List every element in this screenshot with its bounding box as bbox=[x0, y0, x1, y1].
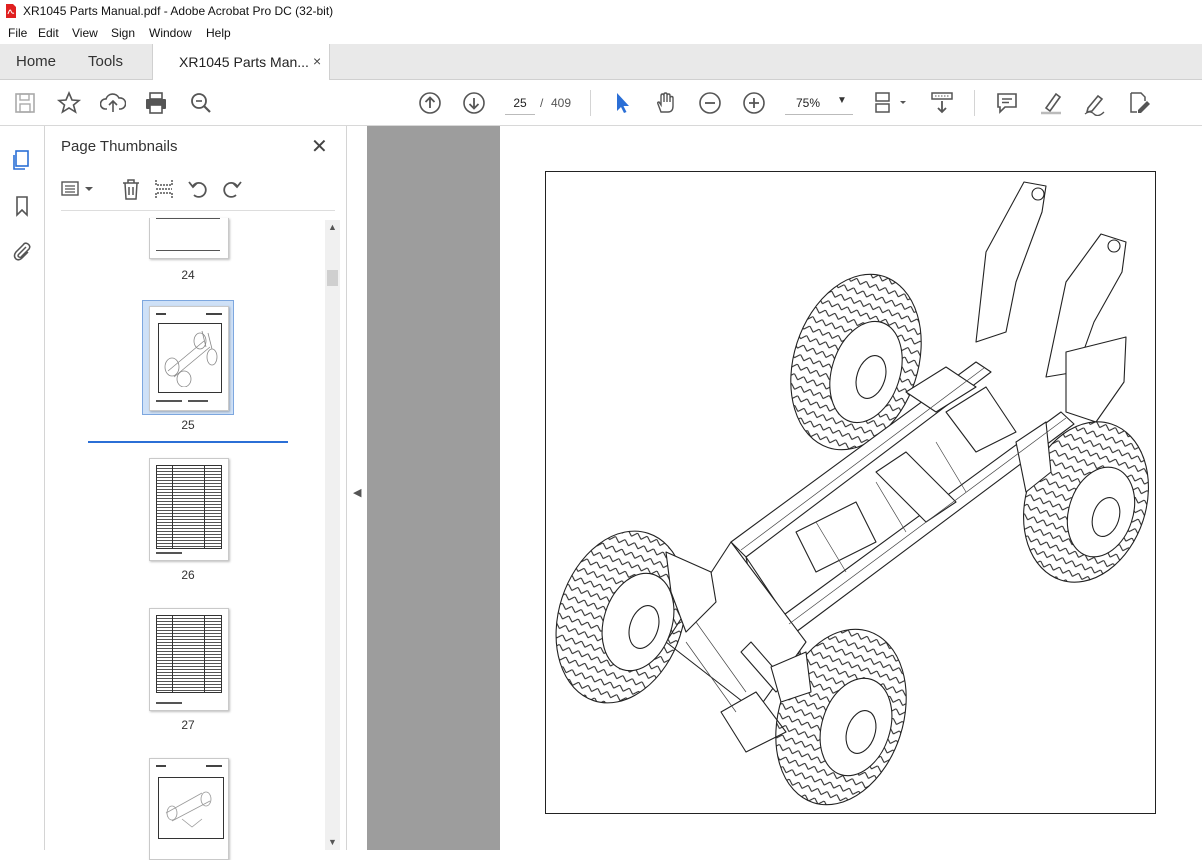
menu-window[interactable]: Window bbox=[149, 26, 192, 40]
toolbar-divider bbox=[974, 90, 975, 116]
fill-sign-icon[interactable] bbox=[1126, 90, 1152, 116]
assembly-mini-drawing bbox=[165, 791, 212, 828]
main-toolbar: 25 / 409 75% ▼ bbox=[0, 80, 1202, 126]
select-arrow-icon[interactable] bbox=[609, 90, 635, 116]
thumbnail-page-24[interactable] bbox=[149, 218, 229, 259]
tab-document-label: XR1045 Parts Man... bbox=[179, 54, 309, 70]
thumbnail-label: 24 bbox=[181, 268, 195, 282]
scroll-down-icon[interactable]: ▼ bbox=[328, 837, 337, 847]
thumbnail-label: 25 bbox=[181, 418, 195, 432]
title-bar: XR1045 Parts Manual.pdf - Adobe Acrobat … bbox=[0, 0, 1202, 22]
page-thumbnails-icon[interactable] bbox=[11, 149, 33, 171]
insert-page-icon[interactable] bbox=[153, 178, 175, 200]
panel-close-button[interactable]: ✕ bbox=[311, 134, 328, 159]
tab-bar: Home Tools XR1045 Parts Man... × bbox=[0, 44, 1202, 80]
figure-frame bbox=[545, 171, 1156, 814]
menu-bar: File Edit View Sign Window Help bbox=[0, 22, 1202, 44]
current-page-indicator bbox=[88, 441, 288, 443]
zoom-in-icon[interactable] bbox=[741, 90, 767, 116]
panel-divider bbox=[61, 210, 335, 211]
scrollbar-thumb[interactable] bbox=[327, 270, 338, 286]
upload-icon[interactable] bbox=[99, 90, 127, 116]
search-zoom-icon[interactable] bbox=[188, 90, 214, 116]
scroll-mode-icon[interactable] bbox=[929, 90, 955, 116]
zoom-out-icon[interactable] bbox=[697, 90, 723, 116]
save-icon[interactable] bbox=[12, 90, 38, 116]
attachment-icon[interactable] bbox=[11, 240, 33, 262]
bookmark-icon[interactable] bbox=[11, 195, 33, 217]
thumbnail-page-25[interactable] bbox=[149, 306, 229, 411]
chassis-illustration bbox=[555, 181, 1149, 806]
thumbnails-scrollbar[interactable]: ▲ ▼ bbox=[325, 220, 340, 850]
panel-collapse-strip[interactable]: ◀ bbox=[347, 126, 367, 850]
rotate-right-icon[interactable] bbox=[221, 178, 243, 200]
chevron-down-icon: ▼ bbox=[837, 95, 847, 106]
tab-close-button[interactable]: × bbox=[313, 53, 321, 69]
collapse-arrow-icon[interactable]: ◀ bbox=[353, 486, 361, 499]
page-separator: / bbox=[540, 96, 544, 110]
page-thumbnails-panel: Page Thumbnails ✕ 24 25 26 27 ▲ ▼ bbox=[45, 126, 347, 860]
left-navigation-rail bbox=[0, 126, 45, 850]
thumbnail-options-icon[interactable] bbox=[61, 179, 95, 199]
tab-document[interactable]: XR1045 Parts Man... × bbox=[152, 44, 330, 80]
chassis-mini-drawing bbox=[164, 330, 218, 387]
highlight-icon[interactable] bbox=[1038, 90, 1064, 116]
fit-page-icon[interactable] bbox=[873, 90, 909, 116]
rotate-left-icon[interactable] bbox=[187, 178, 209, 200]
tab-home[interactable]: Home bbox=[16, 53, 56, 70]
panel-title: Page Thumbnails bbox=[61, 138, 178, 155]
thumbnail-label: 26 bbox=[181, 568, 195, 582]
print-icon[interactable] bbox=[143, 90, 169, 116]
window-title: XR1045 Parts Manual.pdf - Adobe Acrobat … bbox=[23, 4, 334, 18]
star-icon[interactable] bbox=[56, 90, 82, 116]
menu-file[interactable]: File bbox=[8, 26, 27, 40]
scroll-up-icon[interactable]: ▲ bbox=[328, 222, 337, 232]
thumbnail-page-26[interactable] bbox=[149, 458, 229, 561]
menu-sign[interactable]: Sign bbox=[111, 26, 135, 40]
document-background bbox=[367, 126, 500, 850]
page-up-icon[interactable] bbox=[417, 90, 443, 116]
page-total: 409 bbox=[551, 96, 572, 110]
sign-icon[interactable] bbox=[1082, 90, 1108, 117]
menu-view[interactable]: View bbox=[72, 26, 98, 40]
page-down-icon[interactable] bbox=[461, 90, 487, 116]
page-number-input[interactable]: 25 bbox=[505, 92, 535, 115]
hand-icon[interactable] bbox=[653, 90, 679, 116]
menu-help[interactable]: Help bbox=[206, 26, 231, 40]
thumbnail-label: 27 bbox=[181, 718, 195, 732]
toolbar-divider bbox=[590, 90, 591, 116]
zoom-value: 75% bbox=[796, 96, 821, 110]
document-page[interactable] bbox=[500, 126, 1202, 850]
zoom-select[interactable]: 75% ▼ bbox=[785, 92, 853, 115]
delete-icon[interactable] bbox=[120, 178, 142, 200]
menu-edit[interactable]: Edit bbox=[38, 26, 59, 40]
thumbnail-page-28[interactable] bbox=[149, 758, 229, 860]
pdf-app-icon bbox=[6, 4, 16, 18]
thumbnail-page-27[interactable] bbox=[149, 608, 229, 711]
comment-icon[interactable] bbox=[994, 90, 1020, 116]
tab-tools[interactable]: Tools bbox=[88, 53, 123, 70]
